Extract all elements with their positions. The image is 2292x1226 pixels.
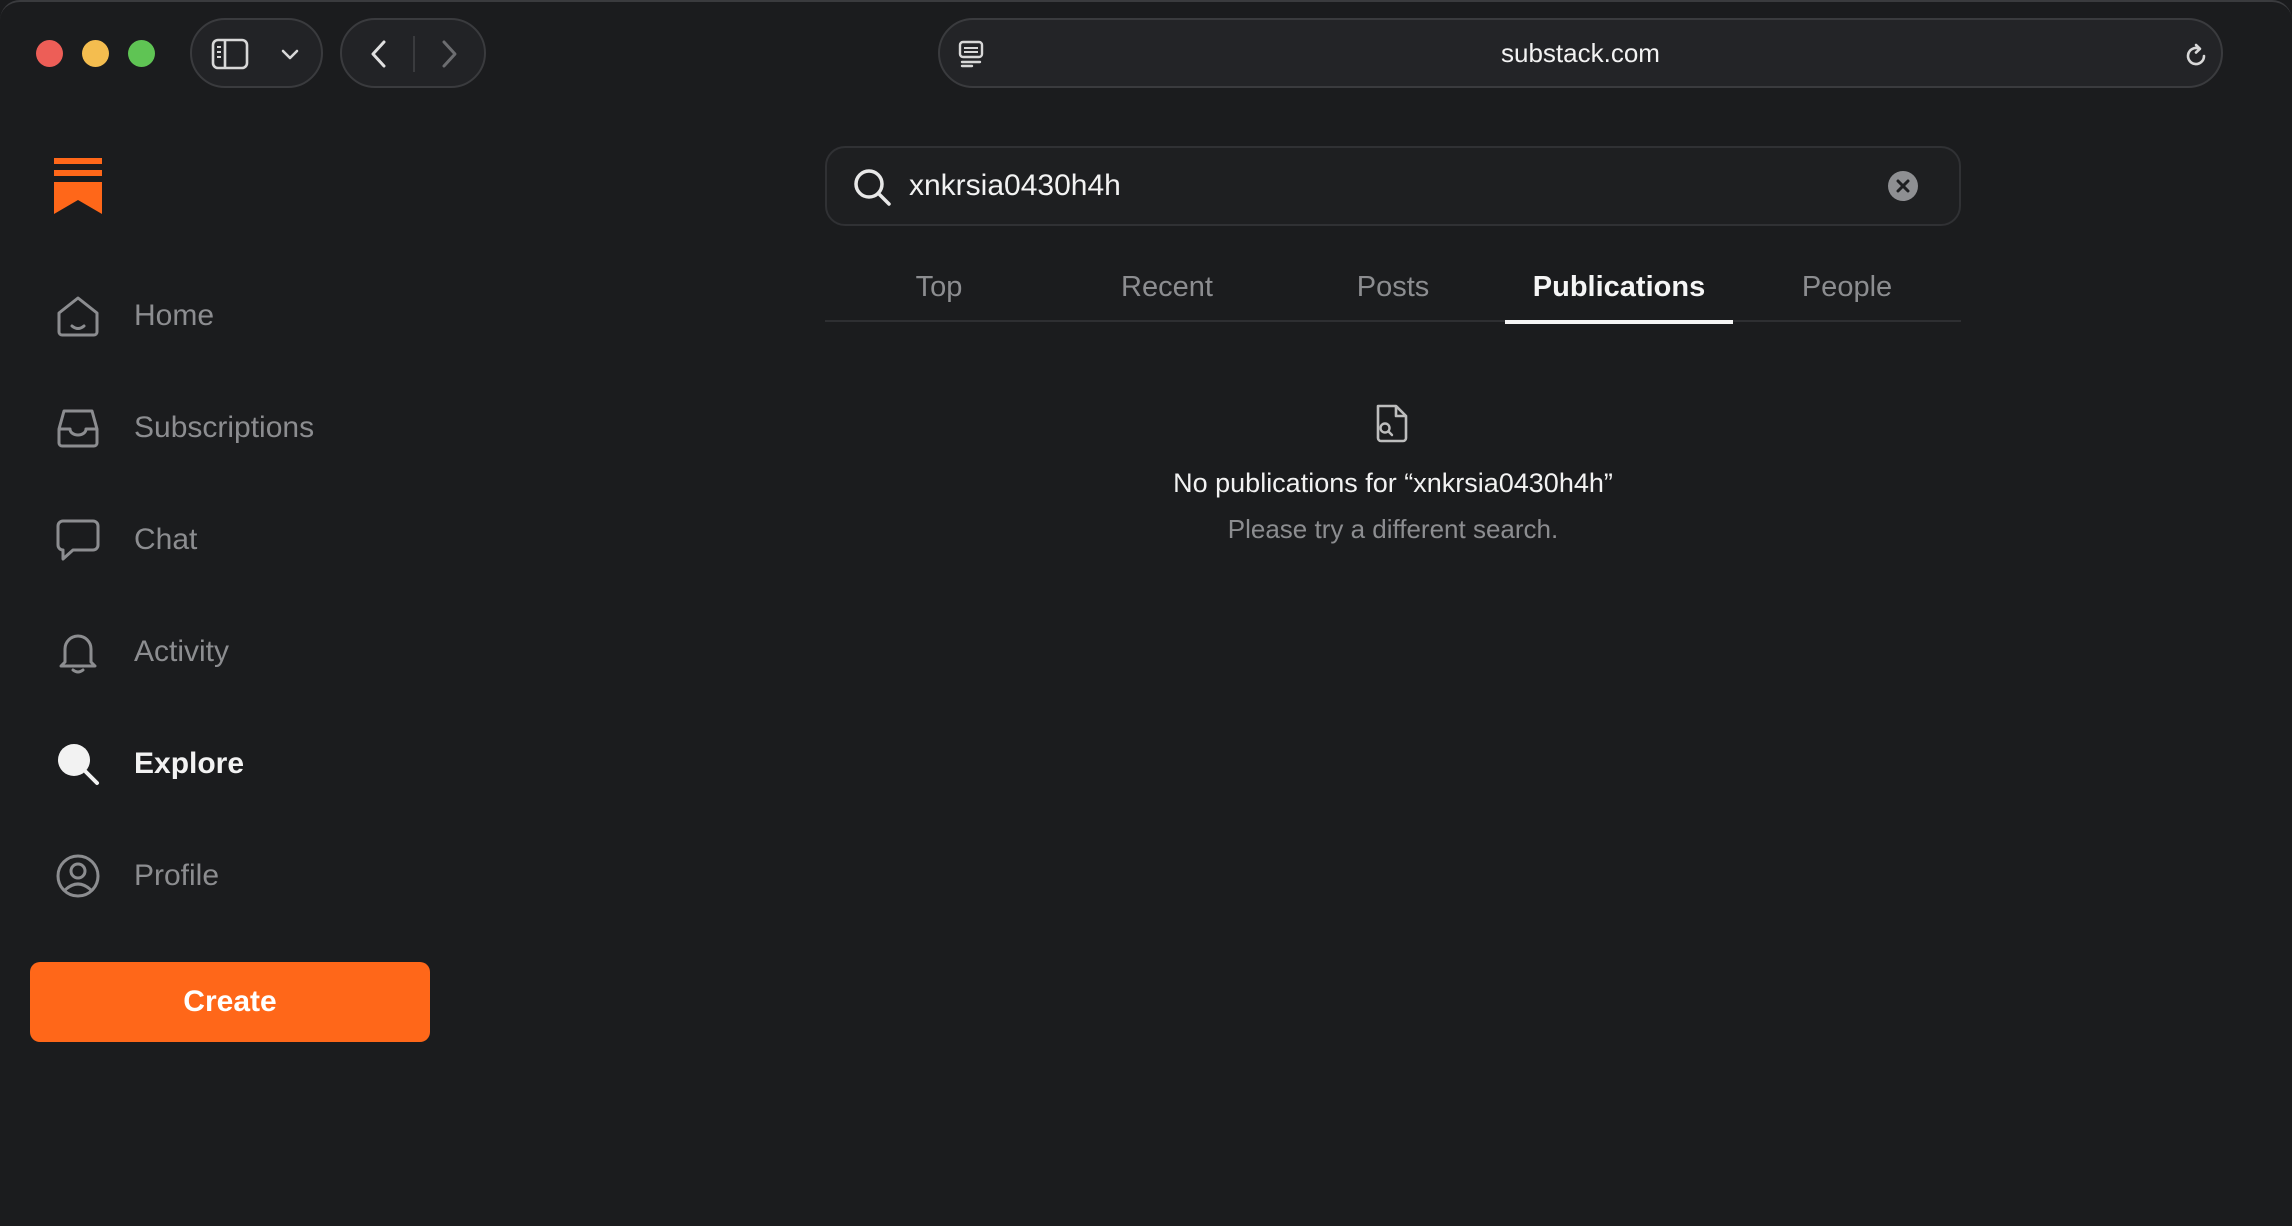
sidebar-toggle-icon[interactable]	[210, 36, 250, 72]
close-window-button[interactable]	[36, 40, 63, 67]
maximize-window-button[interactable]	[128, 40, 155, 67]
search-icon	[851, 166, 893, 208]
sidebar-item-activity[interactable]: Activity	[54, 622, 434, 682]
sidebar-item-label: Home	[134, 299, 215, 332]
sidebar-item-profile[interactable]: Profile	[54, 846, 434, 906]
nav-divider	[413, 36, 415, 72]
search-result-tabs: Top Recent Posts Publications People	[825, 252, 1961, 324]
create-button[interactable]: Create	[30, 962, 430, 1042]
home-icon	[54, 292, 102, 340]
sidebar-toggle-group	[190, 18, 323, 88]
inbox-icon	[54, 404, 102, 452]
search-box	[825, 146, 1961, 226]
search-icon	[54, 740, 102, 788]
address-url: substack.com	[1501, 37, 1660, 68]
browser-toolbar: substack.com	[0, 2, 2292, 102]
tab-recent[interactable]: Recent	[1053, 252, 1281, 322]
sidebar-item-label: Explore	[134, 747, 245, 780]
sidebar-item-label: Chat	[134, 523, 198, 556]
sidebar-item-chat[interactable]: Chat	[54, 510, 434, 570]
clear-search-icon[interactable]	[1887, 170, 1919, 202]
empty-state-title: No publications for “xnkrsia0430h4h”	[1173, 468, 1613, 498]
sidebar-item-label: Activity	[134, 635, 230, 668]
empty-state-subtitle: Please try a different search.	[1227, 514, 1559, 544]
history-nav-group	[340, 18, 486, 88]
profile-icon	[54, 852, 102, 900]
tab-people[interactable]: People	[1733, 252, 1961, 322]
bell-icon	[54, 628, 102, 676]
minimize-window-button[interactable]	[82, 40, 109, 67]
back-arrow-icon[interactable]	[362, 34, 396, 74]
sidebar-item-subscriptions[interactable]: Subscriptions	[54, 398, 434, 458]
reload-icon[interactable]	[2180, 40, 2212, 72]
tab-publications[interactable]: Publications	[1505, 252, 1733, 324]
document-search-icon	[1372, 402, 1412, 444]
chevron-down-icon[interactable]	[276, 42, 304, 66]
substack-logo-icon[interactable]	[54, 158, 102, 214]
tab-top[interactable]: Top	[825, 252, 1053, 322]
address-bar[interactable]: substack.com	[938, 18, 2223, 88]
browser-window: substack.com Home Subscriptions Chat Act…	[0, 0, 2292, 1226]
sidebar-item-label: Subscriptions	[134, 411, 315, 444]
forward-arrow-icon[interactable]	[432, 34, 466, 74]
tab-posts[interactable]: Posts	[1279, 252, 1507, 322]
sidebar-item-label: Profile	[134, 859, 220, 892]
sidebar-item-home[interactable]: Home	[54, 286, 434, 346]
search-input[interactable]	[907, 148, 1867, 224]
chat-bubble-icon	[54, 516, 102, 564]
sidebar-item-explore[interactable]: Explore	[54, 734, 434, 794]
